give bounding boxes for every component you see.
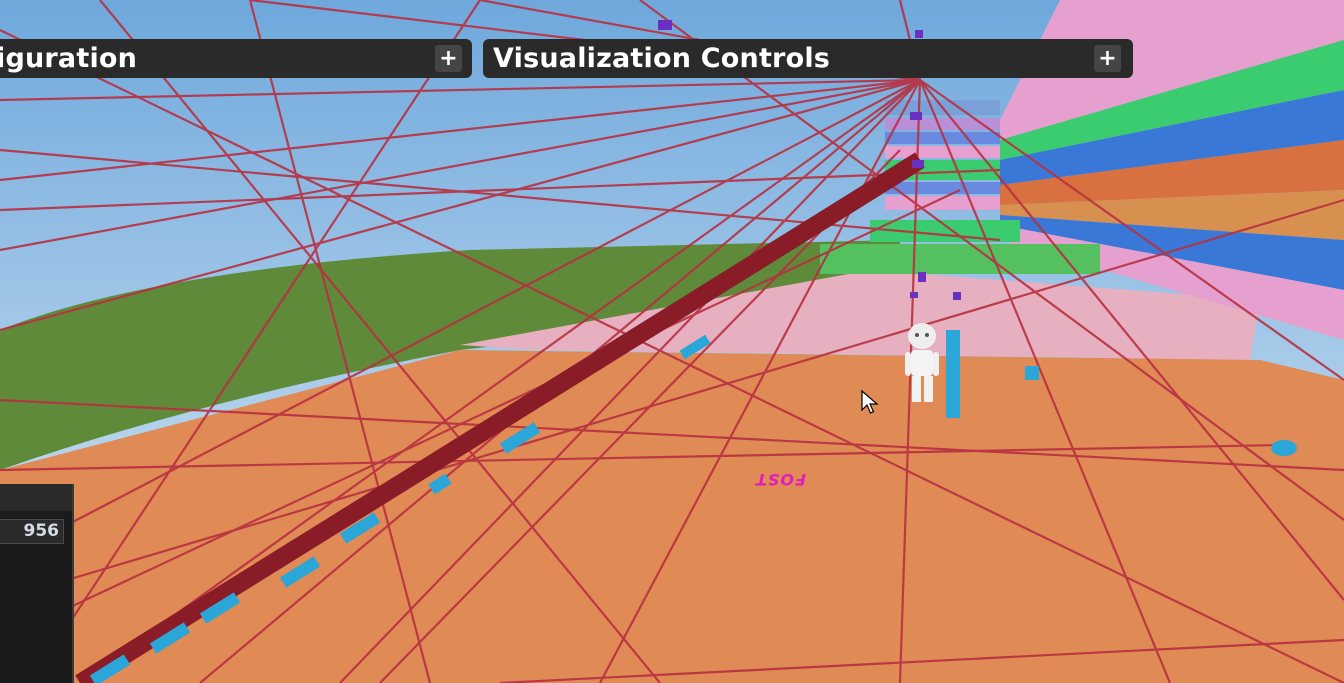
side-panel: 956 bbox=[0, 484, 74, 683]
floor-label-text: FOST bbox=[755, 470, 806, 489]
visualization-controls-title: Visualization Controls bbox=[493, 43, 831, 74]
configuration-panel-header[interactable]: iguration + bbox=[0, 39, 472, 78]
configuration-expand-button[interactable]: + bbox=[435, 45, 462, 72]
configuration-panel-title: iguration bbox=[0, 43, 138, 74]
viewport-3d-scene[interactable] bbox=[0, 0, 1344, 683]
visualization-controls-panel-header[interactable]: Visualization Controls + bbox=[483, 39, 1133, 78]
side-panel-titlebar[interactable] bbox=[0, 484, 72, 511]
numeric-value-field[interactable]: 956 bbox=[0, 519, 64, 544]
mouse-cursor-icon bbox=[861, 390, 879, 414]
visualization-expand-button[interactable]: + bbox=[1094, 45, 1121, 72]
